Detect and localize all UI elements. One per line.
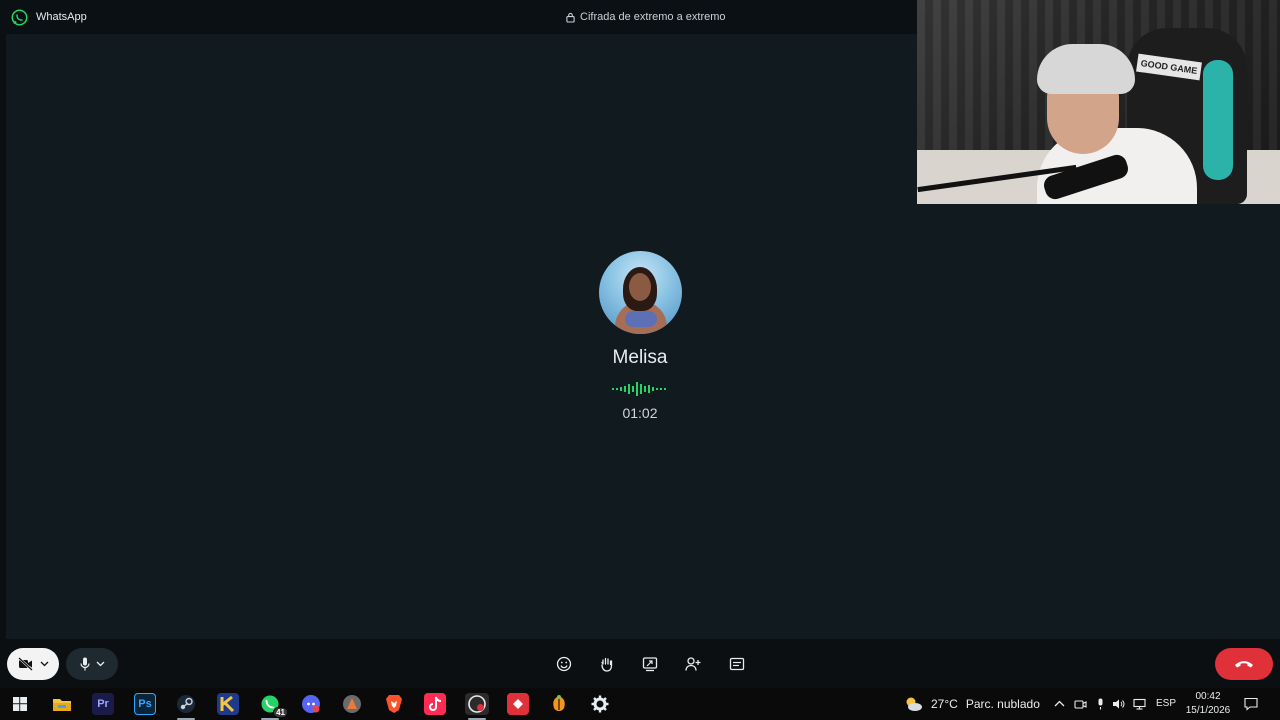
- game-app-button[interactable]: [341, 693, 363, 715]
- partly-cloudy-icon: [906, 697, 922, 711]
- fl-studio-icon: [553, 695, 565, 711]
- discord-button[interactable]: [300, 693, 322, 715]
- webcam-overlay: GOOD GAME: [917, 0, 1280, 204]
- audio-wave-icon: [612, 382, 666, 396]
- video-off-icon: [17, 657, 33, 671]
- app-name: WhatsApp: [36, 11, 87, 23]
- camera-tray-icon[interactable]: [1074, 698, 1087, 710]
- add-person-icon[interactable]: [685, 656, 701, 672]
- chevron-down-icon: [40, 661, 48, 667]
- chevron-down-icon: [96, 661, 104, 667]
- contact-avatar: [599, 251, 682, 334]
- call-controls: [0, 640, 1280, 688]
- photoshop-icon: Ps: [138, 698, 152, 710]
- encryption-label: Cifrada de extremo a extremo: [580, 11, 726, 23]
- temperature: 27°C: [931, 697, 958, 711]
- fl-studio-button[interactable]: [548, 693, 570, 715]
- avatar-top: [625, 311, 657, 327]
- weather-condition: Parc. nublado: [965, 697, 1040, 711]
- record-icon: [468, 695, 486, 713]
- clock-date: 15/1/2026: [1185, 705, 1231, 716]
- windows-icon: [13, 697, 27, 711]
- chevron-up-icon[interactable]: [1053, 698, 1066, 710]
- clock-time: 00:42: [1195, 691, 1221, 702]
- whatsapp-icon: [11, 9, 28, 26]
- record-app-button[interactable]: [465, 693, 489, 715]
- game-icon: [343, 695, 361, 713]
- chair-accent: [1203, 60, 1233, 180]
- file-explorer-button[interactable]: [51, 693, 73, 715]
- gear-icon: [591, 695, 609, 713]
- tiktok-button[interactable]: [424, 693, 446, 715]
- red-app-icon: [513, 699, 523, 709]
- avatar-face: [629, 273, 651, 301]
- captions-icon[interactable]: [729, 656, 745, 672]
- discord-icon: [302, 695, 320, 713]
- contact-name: Melisa: [612, 347, 668, 368]
- app-k-button[interactable]: [217, 693, 239, 715]
- premiere-icon: Pr: [97, 698, 109, 710]
- windows-taskbar: Pr Ps 41 27°C Parc. nublado ESP 00:42 15…: [0, 688, 1280, 720]
- red-app-button[interactable]: [507, 693, 529, 715]
- photoshop-button[interactable]: Ps: [134, 693, 156, 715]
- emoji-icon[interactable]: [556, 656, 572, 672]
- settings-button[interactable]: [589, 693, 611, 715]
- brave-button[interactable]: [383, 693, 405, 715]
- brave-icon: [386, 695, 402, 713]
- microphone-toggle-button[interactable]: [66, 648, 118, 680]
- camera-toggle-button[interactable]: [7, 648, 59, 680]
- hang-up-icon: [1235, 661, 1253, 668]
- steam-button[interactable]: [175, 693, 197, 715]
- encryption-notice: Cifrada de extremo a extremo: [566, 11, 726, 23]
- mic-icon: [79, 657, 90, 671]
- network-icon[interactable]: [1133, 698, 1146, 710]
- end-call-button[interactable]: [1215, 648, 1273, 680]
- folder-icon: [53, 699, 71, 711]
- steam-icon: [177, 695, 195, 713]
- k-icon: [220, 695, 235, 713]
- start-button[interactable]: [9, 693, 31, 715]
- clock[interactable]: 00:42 15/1/2026: [1180, 690, 1236, 718]
- hand-icon[interactable]: [599, 656, 615, 672]
- notification-icon[interactable]: [1244, 697, 1258, 711]
- weather-widget[interactable]: 27°C Parc. nublado: [903, 696, 1040, 712]
- premiere-pro-button[interactable]: Pr: [92, 693, 114, 715]
- person-hair: [1037, 44, 1135, 94]
- volume-icon[interactable]: [1112, 698, 1125, 710]
- lock-icon: [566, 12, 575, 23]
- share-screen-icon[interactable]: [642, 656, 658, 672]
- tiktok-icon: [429, 696, 442, 711]
- unread-badge: 41: [273, 707, 288, 718]
- call-timer: 01:02: [622, 405, 658, 421]
- mic-tray-icon[interactable]: [1094, 698, 1107, 710]
- whatsapp-taskbar-button[interactable]: 41: [259, 693, 288, 718]
- language-indicator[interactable]: ESP: [1156, 698, 1176, 709]
